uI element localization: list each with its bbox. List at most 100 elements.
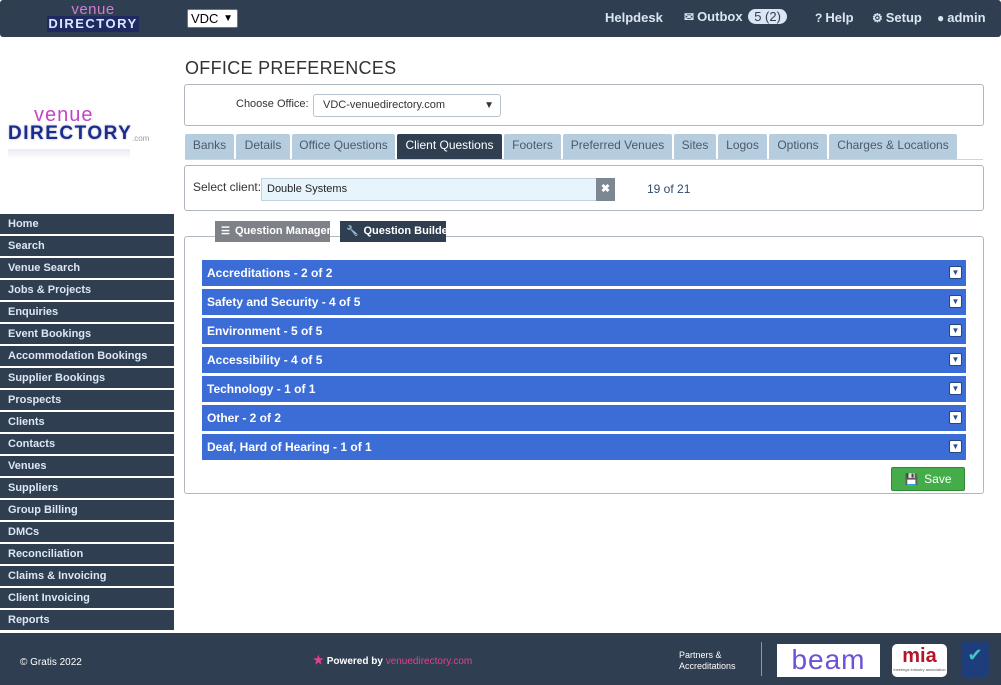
list-icon: ☰ [221,226,230,237]
sidebar-item-search[interactable]: Search [0,236,174,256]
sidebar-item-home[interactable]: Home [0,214,174,234]
question-sections: Accreditations - 2 of 2 ▼ Safety and Secu… [202,260,966,463]
question-builder-tab[interactable]: 🔧 Question Builder [340,221,452,242]
chevron-down-icon[interactable]: ▼ [949,411,962,424]
sidebar-item-group-billing[interactable]: Group Billing [0,500,174,520]
section-label: Deaf, Hard of Hearing - 1 of 1 [207,440,372,454]
question-circle-icon: ? [815,11,823,25]
tabs-divider [185,159,983,160]
chevron-down-icon[interactable]: ▼ [949,266,962,279]
choose-office-label: Choose Office: [236,98,309,110]
sidebar-item-event-bookings[interactable]: Event Bookings [0,324,174,344]
chevron-down-icon[interactable]: ▼ [949,295,962,308]
venue-directory-logo[interactable]: venue DIRECTORY [47,1,139,35]
tab-charges-locations[interactable]: Charges & Locations [829,134,957,159]
section-accessibility[interactable]: Accessibility - 4 of 5 ▼ [202,347,966,373]
setup-label: Setup [885,10,922,25]
checkmark-icon: ✔ [967,645,983,665]
section-label: Environment - 5 of 5 [207,324,323,338]
chevron-down-icon[interactable]: ▼ [949,353,962,366]
envelope-icon: ✉ [684,10,695,24]
sidebar-item-reconciliation[interactable]: Reconciliation [0,544,174,564]
side-logo-reflection [8,149,130,159]
section-safety-security[interactable]: Safety and Security - 4 of 5 ▼ [202,289,966,315]
venuedirectory-link[interactable]: venuedirectory.com [386,656,473,667]
office-select-value: VDC [191,11,219,26]
wrench-icon: 🔧 [346,226,359,237]
section-label: Technology - 1 of 1 [207,382,316,396]
clear-client-button[interactable]: ✖ [596,178,615,201]
sidebar-item-venue-search[interactable]: Venue Search [0,258,174,278]
section-label: Other - 2 of 2 [207,411,282,425]
help-label: Help [825,10,854,25]
logo-line-directory: DIRECTORY [47,16,139,32]
page-title: OFFICE PREFERENCES [185,58,397,78]
sidebar-item-dmcs[interactable]: DMCs [0,522,174,542]
section-environment[interactable]: Environment - 5 of 5 ▼ [202,318,966,344]
cyber-essentials-badge[interactable]: ✔ [961,641,989,677]
tab-preferred-venues[interactable]: Preferred Venues [563,134,672,159]
tab-footers[interactable]: Footers [504,134,561,159]
sidebar-item-prospects[interactable]: Prospects [0,390,174,410]
sidebar-item-supplier-bookings[interactable]: Supplier Bookings [0,368,174,388]
choose-office-select[interactable]: VDC-venuedirectory.com ▼ [313,94,501,117]
sidebar-item-venues[interactable]: Venues [0,456,174,476]
section-label: Accreditations - 2 of 2 [207,266,333,280]
partners-line2: Accreditations [679,661,736,671]
sidebar-item-enquiries[interactable]: Enquiries [0,302,174,322]
chevron-down-icon[interactable]: ▼ [949,382,962,395]
powered-by: ★ Powered by venuedirectory.com [313,653,472,667]
footer: © Gratis 2022 ★ Powered by venuedirectory… [0,633,1001,685]
section-label: Accessibility - 4 of 5 [207,353,323,367]
mia-logo-text: mia [902,645,937,667]
section-label: Safety and Security - 4 of 5 [207,295,361,309]
logo-line-venue: venue [71,1,115,18]
client-search-input[interactable]: Double Systems [261,178,597,201]
sidebar-item-reports[interactable]: Reports [0,610,174,630]
question-manager-tab[interactable]: ☰ Question Manager [215,221,331,242]
tab-logos[interactable]: Logos [718,134,767,159]
helpdesk-link[interactable]: Helpdesk [605,10,663,25]
tab-office-questions[interactable]: Office Questions [292,134,395,159]
mia-logo[interactable]: mia meetings industry association [892,644,947,677]
section-accreditations[interactable]: Accreditations - 2 of 2 ▼ [202,260,966,286]
outbox-count-badge: 5 (2) [748,9,787,24]
tab-client-questions[interactable]: Client Questions [397,134,502,159]
partners-line1: Partners & [679,650,722,660]
choose-office-value: VDC-venuedirectory.com [323,99,446,111]
outbox-link[interactable]: ✉ Outbox 5 (2) [684,9,787,24]
select-client-label: Select client: [193,180,262,194]
chevron-down-icon[interactable]: ▼ [949,324,962,337]
save-button[interactable]: 💾 Save [891,467,965,491]
chevron-down-icon[interactable]: ▼ [949,440,962,453]
setup-link[interactable]: ⚙ Setup [872,10,922,25]
office-select[interactable]: VDC ▼ [187,9,238,28]
sidebar-item-claims-invoicing[interactable]: Claims & Invoicing [0,566,174,586]
powered-by-label: Powered by [326,656,383,667]
sidebar-item-contacts[interactable]: Contacts [0,434,174,454]
question-manager-label: Question Manager [234,225,331,237]
section-deaf-hard-of-hearing[interactable]: Deaf, Hard of Hearing - 1 of 1 ▼ [202,434,966,460]
sidebar-item-suppliers[interactable]: Suppliers [0,478,174,498]
help-link[interactable]: ? Help [815,10,854,25]
side-logo-com: .com [132,134,150,143]
section-other[interactable]: Other - 2 of 2 ▼ [202,405,966,431]
sidebar-menu: Home Search Venue Search Jobs & Projects… [0,214,174,632]
floppy-disk-icon: 💾 [904,474,919,486]
beam-logo[interactable]: beam [777,644,880,677]
sidebar-item-clients[interactable]: Clients [0,412,174,432]
tab-details[interactable]: Details [236,134,290,159]
user-menu[interactable]: ● admin [937,10,986,25]
tab-sites[interactable]: Sites [674,134,716,159]
sidebar-item-accommodation-bookings[interactable]: Accommodation Bookings [0,346,174,366]
chevron-down-icon: ▼ [223,13,233,24]
mia-logo-subtitle: meetings industry association [893,667,946,672]
section-technology[interactable]: Technology - 1 of 1 ▼ [202,376,966,402]
tab-banks[interactable]: Banks [185,134,234,159]
top-navbar: venue DIRECTORY VDC ▼ Helpdesk ✉ Outbox 5… [0,0,1001,37]
sidebar-item-client-invoicing[interactable]: Client Invoicing [0,588,174,608]
question-builder-label: Question Builder [363,225,453,237]
client-count: 19 of 21 [647,182,691,196]
tab-options[interactable]: Options [769,134,827,159]
sidebar-item-jobs-projects[interactable]: Jobs & Projects [0,280,174,300]
